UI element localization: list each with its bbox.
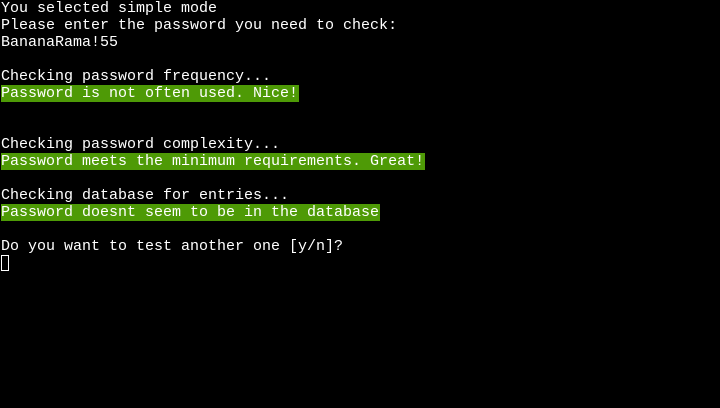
database-result-highlight: Password doesnt seem to be in the databa… xyxy=(1,204,381,221)
checking-frequency-text: Checking password frequency... xyxy=(1,68,272,85)
checking-database-text: Checking database for entries... xyxy=(1,187,290,204)
enter-password-prompt: Please enter the password you need to ch… xyxy=(1,17,398,34)
frequency-result-row: Password is not often used. Nice! xyxy=(1,85,300,102)
complexity-result-row: Password meets the minimum requirements.… xyxy=(1,153,426,170)
mode-selected-text: You selected simple mode xyxy=(1,0,218,17)
complexity-result-highlight: Password meets the minimum requirements.… xyxy=(1,153,426,170)
terminal-window[interactable]: You selected simple mode Please enter th… xyxy=(0,0,720,408)
terminal-cursor[interactable] xyxy=(1,255,9,271)
checking-complexity-text: Checking password complexity... xyxy=(1,136,281,153)
database-result-row: Password doesnt seem to be in the databa… xyxy=(1,204,381,221)
retry-prompt: Do you want to test another one [y/n]? xyxy=(1,238,344,255)
password-input-echo: BananaRama!55 xyxy=(1,34,119,51)
frequency-result-highlight: Password is not often used. Nice! xyxy=(1,85,300,102)
